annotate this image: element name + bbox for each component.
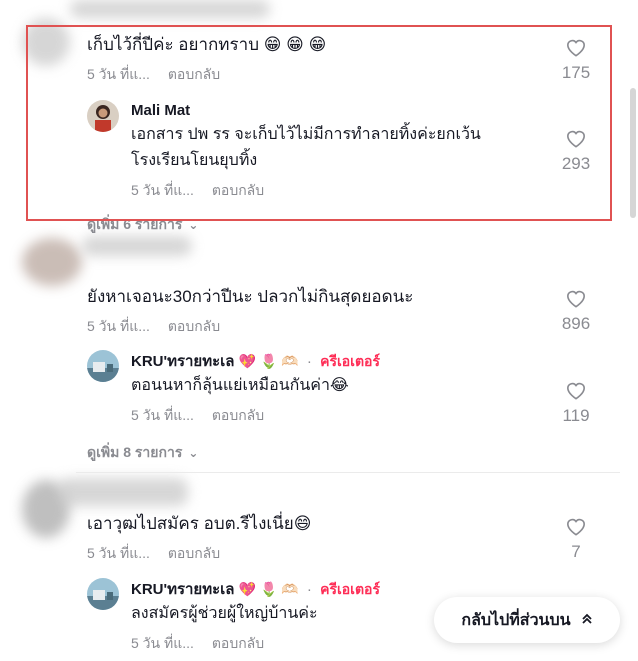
heart-outline-icon: [566, 290, 586, 308]
creator-badge: ครีเอเตอร์: [320, 353, 380, 369]
comment: ยังหาเจอนะ30กว่าปีนะ ปลวกไม่กินสุดยอดนะ …: [87, 284, 607, 338]
reply-button[interactable]: ตอบกลับ: [212, 407, 264, 423]
username-emojis: 💖 🌷 🫶🏻: [238, 353, 299, 369]
reply-username[interactable]: KRU'ทรายทะเล: [131, 581, 234, 598]
highlight-box: [26, 25, 612, 221]
like-button[interactable]: 896: [551, 288, 601, 334]
heart-outline-icon: [566, 382, 586, 400]
separator: ·: [306, 353, 312, 370]
like-count: 119: [562, 406, 590, 425]
comment-time: 5 วัน ที่แ...: [87, 545, 150, 561]
heart-outline-icon: [566, 518, 586, 536]
like-button[interactable]: 119: [551, 380, 601, 426]
avatar[interactable]: [87, 578, 119, 610]
reply-button[interactable]: ตอบกลับ: [168, 318, 220, 334]
comment-text: ยังหาเจอนะ30กว่าปีนะ ปลวกไม่กินสุดยอดนะ: [87, 287, 414, 306]
reply-time: 5 วัน ที่แ...: [131, 407, 194, 423]
comment: เอาวุฒไปสมัคร อบต.รีไงเนี่ย😄 5 วัน ที่แ.…: [87, 511, 607, 565]
separator: ·: [306, 581, 312, 598]
scrollbar-thumb[interactable]: [630, 88, 636, 218]
comment-meta: 5 วัน ที่แ... ตอบกลับ: [87, 543, 607, 565]
view-more-replies[interactable]: ดูเพิ่ม 8 รายการ ⌄: [87, 442, 198, 464]
blurred-username: [70, 0, 270, 18]
reply-username-row: KRU'ทรายทะเล 💖 🌷 🫶🏻 · ครีเอเตอร์: [131, 350, 547, 373]
reply-button[interactable]: ตอบกลับ: [212, 635, 264, 651]
creator-badge: ครีเอเตอร์: [320, 581, 380, 597]
reply-comment: KRU'ทรายทะเล 💖 🌷 🫶🏻 · ครีเอเตอร์ ตอนนหาก…: [87, 350, 547, 427]
reply-meta: 5 วัน ที่แ... ตอบกลับ: [131, 405, 547, 427]
comment-text: เอาวุฒไปสมัคร อบต.รีไงเนี่ย😄: [87, 514, 312, 533]
reply-text: ตอนนหาก็ลุ้นแย่เหมือนกันค่า😂: [131, 377, 349, 394]
blurred-username: [82, 236, 192, 256]
blurred-avatar: [22, 238, 82, 286]
view-more-label: ดูเพิ่ม 8 รายการ: [87, 444, 183, 460]
chevron-down-icon: ⌄: [188, 446, 199, 460]
like-count: 896: [561, 314, 591, 333]
reply-username[interactable]: KRU'ทรายทะเล: [131, 353, 234, 370]
divider: [76, 472, 620, 473]
comment-meta: 5 วัน ที่แ... ตอบกลับ: [87, 316, 607, 338]
like-count: 7: [571, 542, 581, 561]
comment-time: 5 วัน ที่แ...: [87, 318, 150, 334]
double-chevron-up-icon: [581, 613, 593, 628]
avatar[interactable]: [87, 350, 119, 382]
like-button[interactable]: 7: [551, 516, 601, 562]
back-to-top-button[interactable]: กลับไปที่ส่วนบน: [434, 597, 620, 643]
back-to-top-label: กลับไปที่ส่วนบน: [461, 611, 571, 629]
username-emojis: 💖 🌷 🫶🏻: [238, 581, 299, 597]
blurred-username: [58, 478, 188, 506]
reply-time: 5 วัน ที่แ...: [131, 635, 194, 651]
reply-button[interactable]: ตอบกลับ: [168, 545, 220, 561]
